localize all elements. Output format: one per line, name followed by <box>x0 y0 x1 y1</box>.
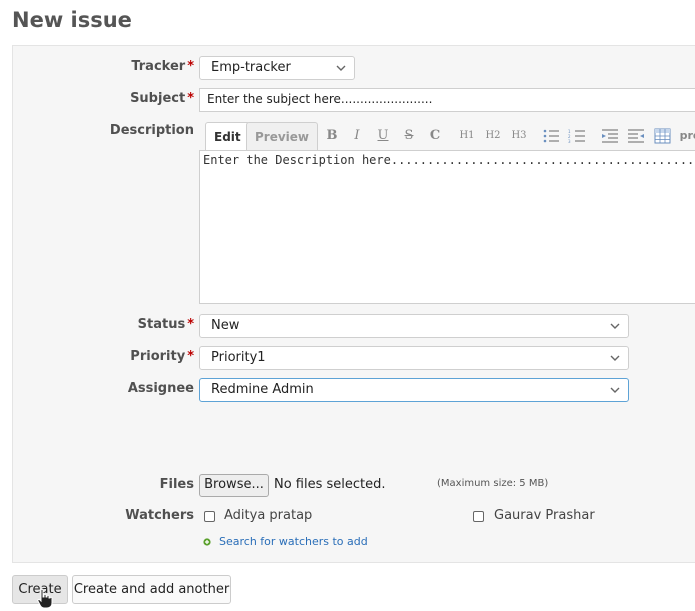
chevron-down-icon <box>610 387 620 393</box>
status-select[interactable]: New <box>199 314 629 338</box>
strikethrough-button[interactable]: S <box>398 125 420 147</box>
indent-left-icon[interactable] <box>601 129 619 143</box>
priority-value: Priority1 <box>211 350 266 365</box>
subject-label-text: Subject <box>130 91 186 106</box>
max-size-note: (Maximum size: 5 MB) <box>437 478 549 489</box>
tracker-label-text: Tracker <box>131 59 186 74</box>
tracker-value: Emp-tracker <box>211 60 291 75</box>
search-watchers-link[interactable]: Search for watchers to add <box>219 535 368 548</box>
heading3-button[interactable]: H3 <box>508 125 530 147</box>
bullet-list-icon[interactable] <box>542 129 560 143</box>
required-mark: * <box>187 349 194 364</box>
chevron-down-icon <box>610 323 620 329</box>
assignee-select[interactable]: Redmine Admin <box>199 378 629 402</box>
status-label: Status * <box>12 317 194 332</box>
heading2-button[interactable]: H2 <box>482 125 504 147</box>
subject-input[interactable]: Enter the subject here..................… <box>199 88 695 112</box>
editor-toolbar: Edit Preview B I U S C H1 H2 H3 1 2 3 pr… <box>199 120 695 152</box>
hand-cursor-icon <box>37 589 53 609</box>
preformatted-button[interactable]: pre <box>677 125 695 147</box>
underline-button[interactable]: U <box>372 125 394 147</box>
tracker-select[interactable]: Emp-tracker <box>199 56 355 80</box>
priority-label-text: Priority <box>130 349 186 364</box>
bold-button[interactable]: B <box>321 125 343 147</box>
add-icon <box>203 538 211 546</box>
watcher-name: Gaurav Prashar <box>494 508 595 523</box>
italic-button[interactable]: I <box>346 125 368 147</box>
svg-text:3: 3 <box>568 139 571 143</box>
file-status: No files selected. <box>274 477 386 492</box>
required-mark: * <box>187 317 194 332</box>
inline-code-button[interactable]: C <box>424 125 446 147</box>
subject-label: Subject * <box>12 91 194 106</box>
chevron-down-icon <box>610 355 620 361</box>
indent-right-icon[interactable] <box>627 129 645 143</box>
create-and-add-another-button[interactable]: Create and add another <box>72 575 231 604</box>
assignee-label: Assignee <box>127 381 194 396</box>
chevron-down-icon <box>336 65 346 71</box>
watcher-checkbox-gaurav[interactable] <box>473 511 484 522</box>
description-textarea[interactable]: Enter the Description here..............… <box>199 150 695 304</box>
table-icon[interactable] <box>654 128 671 144</box>
priority-label: Priority * <box>12 349 194 364</box>
tab-edit[interactable]: Edit <box>205 122 250 150</box>
required-mark: * <box>187 59 194 74</box>
tracker-label: Tracker * <box>12 59 194 74</box>
browse-button[interactable]: Browse... <box>199 474 269 497</box>
tab-preview[interactable]: Preview <box>246 122 319 150</box>
required-mark: * <box>187 91 194 106</box>
description-label: Description <box>109 123 194 138</box>
watchers-label: Watchers <box>125 508 194 523</box>
assignee-value: Redmine Admin <box>211 382 314 397</box>
files-label: Files <box>159 477 194 492</box>
status-label-text: Status <box>137 317 186 332</box>
status-value: New <box>211 318 240 333</box>
priority-select[interactable]: Priority1 <box>199 346 629 370</box>
numbered-list-icon[interactable]: 1 2 3 <box>568 129 586 143</box>
page-title: New issue <box>12 8 132 32</box>
watcher-checkbox-aditya[interactable] <box>204 511 215 522</box>
heading1-button[interactable]: H1 <box>456 125 478 147</box>
watcher-name: Aditya pratap <box>224 508 313 523</box>
